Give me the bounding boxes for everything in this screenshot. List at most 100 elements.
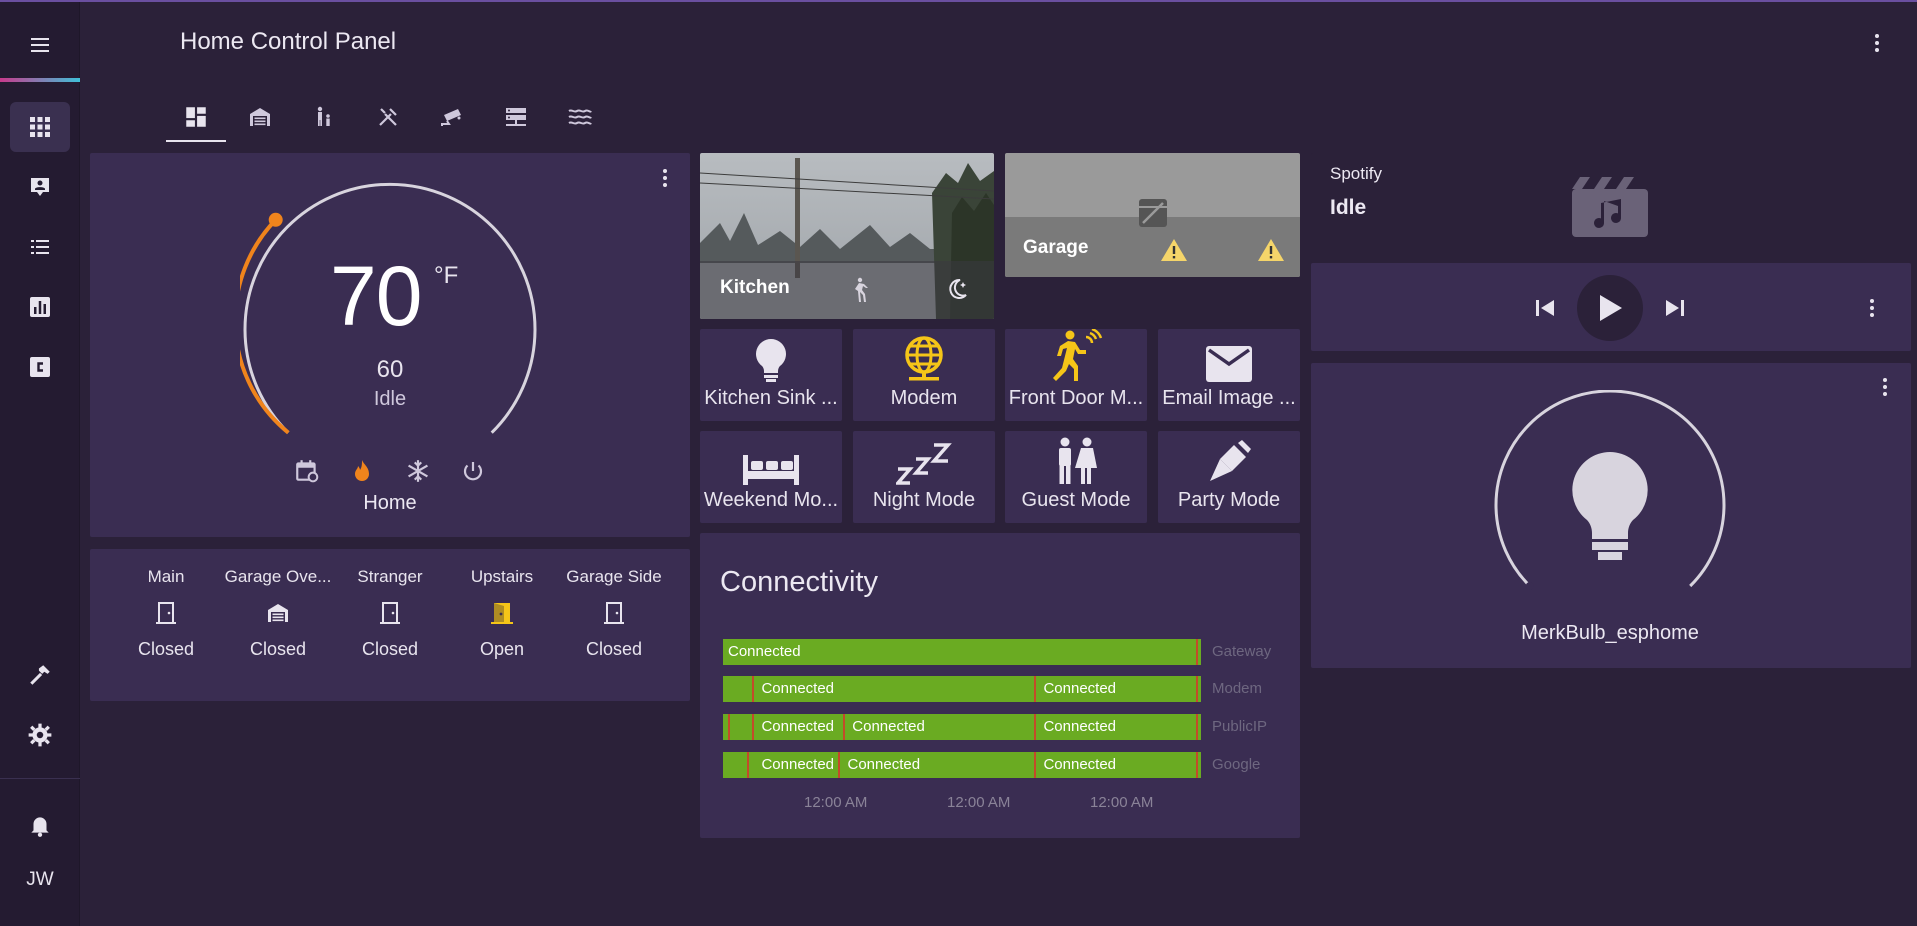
light-more-button[interactable]: [1873, 373, 1897, 401]
timeline-transition-mark: [842, 714, 845, 740]
door-state: Closed: [249, 639, 307, 659]
warning-icon: [1258, 239, 1284, 261]
sidebar-item-code[interactable]: [10, 342, 70, 392]
sidebar-item-history[interactable]: [10, 282, 70, 332]
tile-label: Front Door M...: [1008, 387, 1144, 409]
gear-icon: [28, 723, 52, 747]
tab-garage[interactable]: [228, 92, 292, 142]
timeline-row[interactable]: Connected Connected Connected: [723, 714, 1201, 740]
motion-sensor-icon: [1053, 329, 1103, 381]
tab-network[interactable]: [484, 92, 548, 142]
door-name: Main: [147, 567, 185, 586]
timeline-segment-label: Connected: [1043, 756, 1117, 773]
server-icon: [506, 108, 526, 126]
timeline-transition-mark: [1196, 752, 1199, 778]
door-state: Closed: [585, 639, 643, 659]
timeline-row-name: Google: [1212, 756, 1261, 773]
temperature-unit: °F: [434, 262, 459, 289]
tab-family[interactable]: [292, 92, 356, 142]
mode-auto-button[interactable]: [291, 455, 323, 487]
sidebar-item-contacts[interactable]: [10, 162, 70, 212]
sidebar-item-developer-tools[interactable]: [10, 650, 70, 700]
sidebar-item-settings[interactable]: [10, 710, 70, 760]
header-more-button[interactable]: [1862, 26, 1892, 60]
tile-modem[interactable]: Modem: [853, 329, 995, 421]
door-garage-side[interactable]: Garage Side Closed: [558, 567, 670, 660]
next-track-button[interactable]: [1660, 290, 1690, 326]
list-icon: [31, 240, 49, 254]
tab-kitchen[interactable]: [356, 92, 420, 142]
power-icon: [463, 462, 483, 481]
tile-label: Modem: [890, 387, 958, 409]
media-state: Idle: [1330, 196, 1367, 219]
camera-name: Kitchen: [720, 277, 790, 298]
door-name: Garage Side: [566, 567, 662, 586]
door-garage-overhead[interactable]: Garage Ove... Closed: [222, 567, 334, 660]
timeline-row[interactable]: Connected Connected Connected: [723, 752, 1201, 778]
tab-overview[interactable]: [164, 92, 228, 142]
tile-label: Guest Mode: [1021, 489, 1131, 511]
timeline-transition-mark: [1033, 714, 1036, 740]
camera-name: Garage: [1023, 237, 1089, 258]
tile-party-mode[interactable]: Party Mode: [1158, 431, 1300, 523]
door-name: Garage Ove...: [224, 567, 332, 586]
chart-icon: [30, 297, 50, 317]
hvac-state: Idle: [373, 388, 407, 410]
play-icon: [1600, 295, 1622, 321]
bulb-icon: [1572, 452, 1648, 560]
timeline-segment-label: Connected: [847, 756, 921, 773]
door-stranger[interactable]: Stranger Closed: [334, 567, 446, 660]
thermostat-preset[interactable]: Home: [290, 492, 490, 515]
menu-button[interactable]: [10, 20, 70, 70]
user-avatar[interactable]: JW: [10, 862, 70, 898]
timeline-axis-label: 12:00 AM: [1090, 794, 1154, 811]
timeline-row-name: Gateway: [1212, 643, 1272, 660]
previous-track-button[interactable]: [1530, 290, 1560, 326]
timeline-transition-mark: [1196, 714, 1199, 740]
door-main[interactable]: Main Closed: [110, 567, 222, 660]
tab-water[interactable]: [548, 92, 612, 142]
tile-kitchen-sink[interactable]: Kitchen Sink ...: [700, 329, 842, 421]
timeline-transition-mark: [1033, 676, 1036, 702]
tile-guest-mode[interactable]: Guest Mode: [1005, 431, 1147, 523]
tile-label: Weekend Mo...: [703, 489, 839, 511]
timeline-row[interactable]: Connected: [723, 639, 1201, 665]
menu-icon: [31, 38, 49, 52]
timeline-transition-mark: [837, 752, 840, 778]
calendar-sync-icon: [296, 460, 319, 483]
tile-label: Night Mode: [872, 489, 976, 511]
media-artwork-icon: [1572, 177, 1648, 237]
more-vertical-icon: [663, 169, 667, 187]
camera-garage[interactable]: Garage: [1005, 153, 1300, 277]
door-upstairs[interactable]: Upstairs Open: [446, 567, 558, 660]
door-open-icon: [491, 603, 513, 625]
sidebar-item-notifications[interactable]: [10, 800, 70, 850]
sidebar-item-logbook[interactable]: [10, 222, 70, 272]
dashboard-icon: [186, 107, 206, 127]
mode-off-button[interactable]: [457, 455, 489, 487]
sleep-icon: [896, 443, 952, 485]
thermostat-handle[interactable]: [268, 212, 283, 227]
tile-email-image[interactable]: Email Image ...: [1158, 329, 1300, 421]
play-button[interactable]: [1577, 275, 1643, 341]
mode-heat-button[interactable]: [346, 455, 378, 487]
sidebar-item-overview[interactable]: [10, 102, 70, 152]
brightness-handle[interactable]: [1525, 582, 1534, 590]
timeline-segment-label: Connected: [728, 643, 801, 660]
bell-icon: [31, 817, 49, 837]
mode-cool-button[interactable]: [402, 455, 434, 487]
door-name: Stranger: [357, 567, 423, 586]
current-temperature: 70: [330, 249, 422, 343]
tile-weekend-mode[interactable]: Weekend Mo...: [700, 431, 842, 523]
more-vertical-icon: [1883, 378, 1887, 396]
tab-cameras[interactable]: [420, 92, 484, 142]
tile-night-mode[interactable]: Night Mode: [853, 431, 995, 523]
timeline-row[interactable]: Connected Connected: [723, 676, 1201, 702]
utensils-icon: [379, 108, 397, 126]
flame-icon: [355, 460, 369, 481]
media-more-button[interactable]: [1860, 294, 1884, 322]
bed-icon: [743, 455, 799, 485]
thermostat-more-button[interactable]: [653, 164, 677, 192]
camera-kitchen[interactable]: Kitchen: [700, 153, 994, 319]
tile-front-door-motion[interactable]: Front Door M...: [1005, 329, 1147, 421]
